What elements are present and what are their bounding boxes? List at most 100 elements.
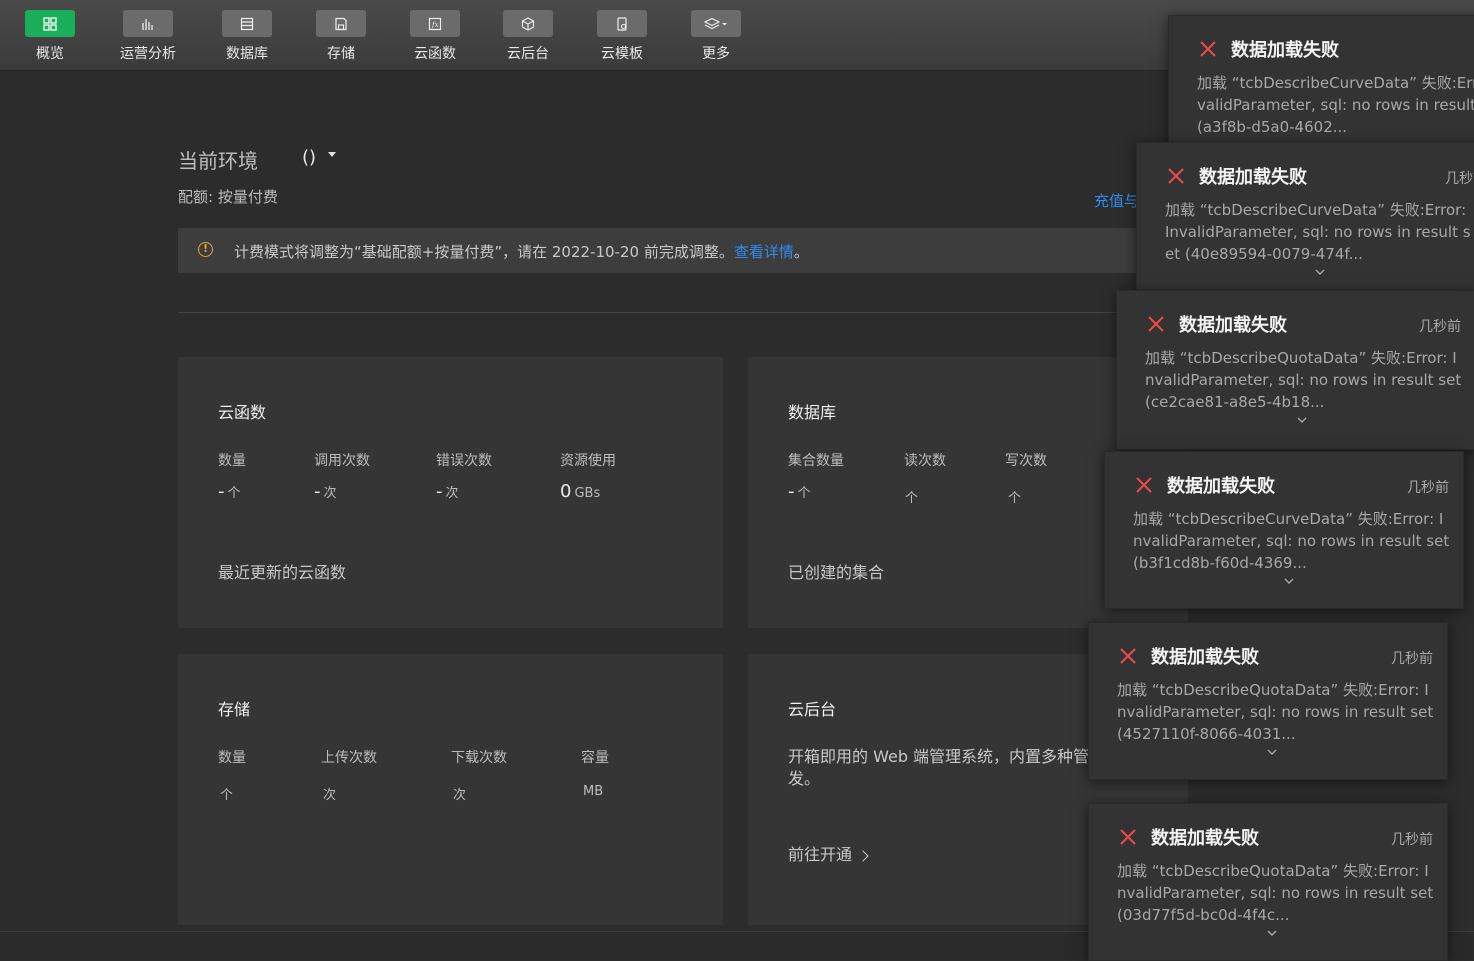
layers-icon [691,10,741,37]
toast-title: 数据加载失败 [1199,167,1307,188]
toolbar-item-more[interactable]: 更多 [676,10,756,63]
stat-label: 调用次数 [314,453,370,469]
stat-number: - [314,481,321,502]
error-toast[interactable]: 数据加载失败 几秒前 加载 “tcbDescribeCurveData” 失败:… [1104,451,1464,609]
env-title: 当前环境 [178,149,258,173]
recharge-link[interactable]: 充值与 [1094,190,1139,211]
toolbar-item-label: 云后台 [507,46,549,62]
env-select[interactable]: () [302,147,316,168]
toolbar-item-functions[interactable]: fx 云函数 [395,10,475,63]
toolbar-item-label: 概览 [36,46,64,62]
function-icon: fx [410,10,460,37]
stat-unit: 次 [323,486,337,501]
toast-body: 加载 “tcbDescribeCurveData” 失败:Error: Inva… [1165,201,1471,263]
close-icon[interactable] [1167,167,1185,185]
stat-unit: MB [583,784,604,799]
notice-tail: 。 [793,243,809,261]
toolbar-item-templates[interactable]: 云模板 [582,10,662,63]
toast-body: 加载 “tcbDescribeQuotaData” 失败:Error: Inva… [1117,862,1434,924]
error-toast[interactable]: 数据加载失败 几秒前 加载 “tcbDescribeQuotaData” 失败:… [1116,290,1474,450]
stat-label: 错误次数 [436,453,492,469]
stat-value: 0 GBs [560,481,600,502]
toolbar-item-analytics[interactable]: 运营分析 [108,10,188,63]
stat-unit: 个 [905,491,919,506]
toast-time: 几秒前 [1391,832,1433,848]
stat-unit: 次 [323,788,337,803]
stat-label: 数量 [218,750,246,766]
stat-label: 读次数 [904,453,946,469]
toolbar-item-label: 云函数 [414,46,456,62]
chevron-down-icon[interactable] [1315,269,1325,275]
toolbar-item-label: 存储 [327,46,355,62]
toast-title: 数据加载失败 [1231,40,1339,61]
recent-functions-title: 最近更新的云函数 [218,563,347,582]
error-toast[interactable]: 数据加载失败 几秒前 加载 “tcbDescribeQuotaData” 失败:… [1088,622,1448,780]
toast-body: 加载 “tcbDescribeCurveData” 失败:Error: Inva… [1133,510,1450,572]
stat-unit: 次 [445,486,459,501]
stat-label: 写次数 [1005,453,1047,469]
close-icon[interactable] [1135,476,1153,494]
stat-number: - [218,481,225,502]
stat-value: -次 [436,481,459,502]
toolbar-item-label: 云模板 [601,46,643,62]
chevron-down-icon[interactable] [1267,749,1277,755]
storage-card: 存储 数量 上传次数 下载次数 容量 个 次 次 MB [178,654,723,925]
error-toast[interactable]: 数据加载失败 几秒前 加载 “tcbDescribeCurveData” 失败:… [1136,142,1474,292]
toast-body: 加载 “tcbDescribeCurveData” 失败:Error: Inva… [1197,74,1474,136]
stat-unit: 个 [1008,491,1022,506]
toolbar-item-database[interactable]: 数据库 [207,10,287,63]
error-toast[interactable]: 数据加载失败 几 加载 “tcbDescribeCurveData” 失败:Er… [1168,15,1474,157]
close-icon[interactable] [1147,315,1165,333]
toast-title: 数据加载失败 [1151,828,1259,849]
toolbar-item-label: 数据库 [226,46,268,62]
stat-unit: 次 [453,788,467,803]
chevron-down-icon[interactable] [1267,930,1277,936]
chevron-down-icon[interactable] [1284,578,1294,584]
stat-label: 集合数量 [788,453,844,469]
open-backend-link[interactable]: 前往开通 [788,841,869,865]
svg-text:fx: fx [431,21,439,29]
card-title: 云后台 [788,700,837,719]
stat-number: - [436,481,443,502]
stat-label: 数量 [218,453,246,469]
notice-detail-link[interactable]: 查看详情 [734,243,794,261]
stat-unit: 个 [797,486,811,501]
toast-body: 加载 “tcbDescribeQuotaData” 失败:Error: Inva… [1117,681,1434,743]
quota-text: 配额: 按量付费 [178,188,278,206]
chevron-down-icon[interactable] [1297,417,1307,423]
card-title: 云函数 [218,403,267,422]
database-icon [222,10,272,37]
warning-icon: ! [198,242,213,257]
caret-down-icon[interactable] [328,152,336,157]
stat-label: 容量 [581,750,609,766]
toolbar-item-label: 运营分析 [120,46,176,62]
billing-notice: ! 计费模式将调整为“基础配额+按量付费”，请在 2022-10-20 前完成调… [178,228,1188,273]
chevron-right-icon [857,850,869,862]
error-toast[interactable]: 数据加载失败 几秒前 加载 “tcbDescribeQuotaData” 失败:… [1088,803,1448,961]
close-icon[interactable] [1119,647,1137,665]
toolbar-item-backend[interactable]: 云后台 [488,10,568,63]
toast-body: 加载 “tcbDescribeQuotaData” 失败:Error: Inva… [1145,349,1462,411]
card-title: 数据库 [788,403,837,422]
toast-time: 几秒前 [1419,319,1461,335]
toolbar-item-overview[interactable]: 概览 [10,10,90,63]
stat-value: -个 [218,481,241,502]
open-backend-label: 前往开通 [788,845,853,864]
toast-time: 几秒前 [1407,480,1449,496]
functions-card: 云函数 数量 调用次数 错误次数 资源使用 -个 -次 -次 0 GBs 最近更新… [178,357,723,628]
toast-title: 数据加载失败 [1167,476,1275,497]
close-icon[interactable] [1199,40,1217,58]
card-title: 存储 [218,700,251,719]
notice-message: 计费模式将调整为“基础配额+按量付费”，请在 2022-10-20 前完成调整。 [234,243,734,261]
toolbar-item-storage[interactable]: 存储 [301,10,381,63]
template-icon [597,10,647,37]
backend-description: 开箱即用的 Web 端管理系统，内置多种管义开发。 [788,747,1122,788]
toast-time: 几秒前 [1445,171,1474,187]
storage-icon [316,10,366,37]
stat-label: 上传次数 [321,750,377,766]
stat-number: 0 [560,481,572,502]
bar-chart-icon [123,10,173,37]
toast-time: 几秒前 [1391,651,1433,667]
stat-value: -次 [314,481,337,502]
close-icon[interactable] [1119,828,1137,846]
